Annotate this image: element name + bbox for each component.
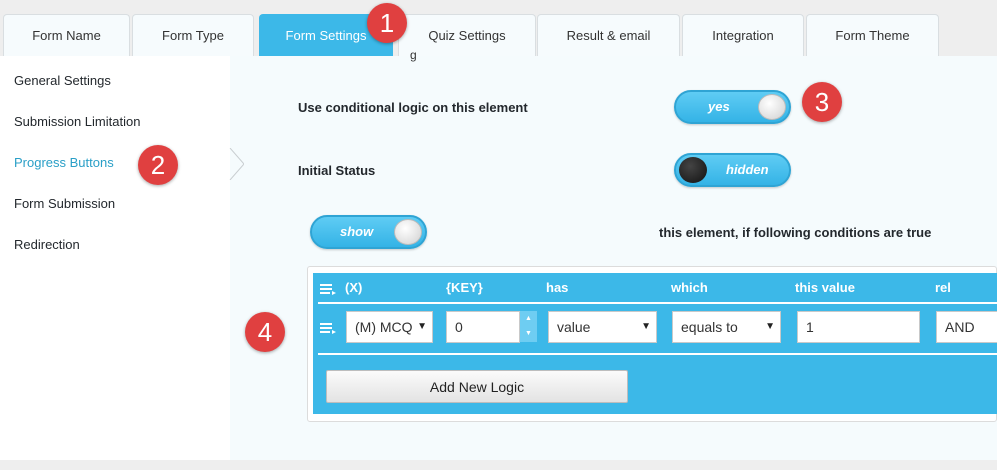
annotation-badge-4: 4 bbox=[245, 312, 285, 352]
toggle-knob bbox=[394, 219, 422, 245]
tab-result-email[interactable]: Result & email bbox=[537, 14, 680, 56]
add-new-logic-button[interactable]: Add New Logic bbox=[326, 370, 628, 403]
row-drag-handle-icon[interactable] bbox=[320, 322, 336, 334]
toggle-label: yes bbox=[708, 99, 730, 114]
key-stepper[interactable]: ▲ ▼ bbox=[520, 311, 537, 342]
sidebar-item-progress-buttons[interactable]: Progress Buttons bbox=[14, 155, 114, 170]
header-element: (X) bbox=[345, 280, 363, 295]
stepper-up-icon[interactable]: ▲ bbox=[520, 311, 537, 326]
toggle-label: show bbox=[340, 224, 374, 239]
conditional-logic-label: Use conditional logic on this element bbox=[298, 100, 528, 115]
tab-integration[interactable]: Integration bbox=[682, 14, 804, 56]
header-rel: rel bbox=[935, 280, 951, 295]
bottom-strip bbox=[0, 460, 997, 470]
chevron-down-icon: ▼ bbox=[765, 321, 775, 332]
key-input-value: 0 bbox=[455, 319, 463, 335]
tab-form-name[interactable]: Form Name bbox=[3, 14, 130, 56]
tab-form-type[interactable]: Form Type bbox=[132, 14, 254, 56]
this-value-input[interactable]: 1 bbox=[797, 311, 920, 343]
active-nav-pointer bbox=[228, 148, 244, 180]
rel-select-value: AND bbox=[945, 319, 975, 335]
drag-handle-icon bbox=[320, 283, 336, 295]
stepper-down-icon[interactable]: ▼ bbox=[520, 326, 537, 341]
tab-quiz-settings[interactable]: Quiz Settings bbox=[398, 14, 536, 56]
tab-bar: Form Name Form Type Form Settings Quiz S… bbox=[0, 0, 997, 56]
initial-status-label: Initial Status bbox=[298, 163, 376, 178]
toggle-knob bbox=[758, 94, 786, 120]
table-divider bbox=[318, 353, 997, 355]
key-number-input[interactable]: 0 bbox=[446, 311, 520, 343]
has-select[interactable]: value ▼ bbox=[548, 311, 657, 343]
header-this-value: this value bbox=[795, 280, 855, 295]
header-has: has bbox=[546, 280, 569, 295]
sidebar-item-submission-limitation[interactable]: Submission Limitation bbox=[14, 114, 140, 129]
this-value-text: 1 bbox=[806, 319, 814, 335]
show-condition-text: this element, if following conditions ar… bbox=[659, 225, 932, 240]
element-select[interactable]: (M) MCQ ▼ bbox=[346, 311, 433, 343]
which-select-value: equals to bbox=[681, 319, 738, 335]
element-select-value: (M) MCQ bbox=[355, 319, 413, 335]
annotation-badge-3: 3 bbox=[802, 82, 842, 122]
show-hide-toggle[interactable]: show bbox=[310, 215, 427, 249]
header-which: which bbox=[671, 280, 708, 295]
conditional-logic-toggle[interactable]: yes bbox=[674, 90, 791, 124]
initial-status-toggle[interactable]: hidden bbox=[674, 153, 791, 187]
sidebar-item-general-settings[interactable]: General Settings bbox=[14, 73, 111, 88]
toggle-label: hidden bbox=[726, 162, 769, 177]
toggle-knob bbox=[679, 157, 707, 183]
sidebar-item-redirection[interactable]: Redirection bbox=[14, 237, 80, 252]
which-select[interactable]: equals to ▼ bbox=[672, 311, 781, 343]
has-select-value: value bbox=[557, 319, 591, 335]
table-divider bbox=[318, 302, 997, 304]
annotation-badge-1: 1 bbox=[367, 3, 407, 43]
annotation-badge-2: 2 bbox=[138, 145, 178, 185]
sidebar-item-form-submission[interactable]: Form Submission bbox=[14, 196, 115, 211]
header-key: {KEY} bbox=[446, 280, 483, 295]
tab-form-theme[interactable]: Form Theme bbox=[806, 14, 939, 56]
chevron-down-icon: ▼ bbox=[417, 321, 427, 332]
chevron-down-icon: ▼ bbox=[641, 321, 651, 332]
partial-heading-fragment: g bbox=[410, 48, 417, 62]
rel-select[interactable]: AND bbox=[936, 311, 997, 343]
